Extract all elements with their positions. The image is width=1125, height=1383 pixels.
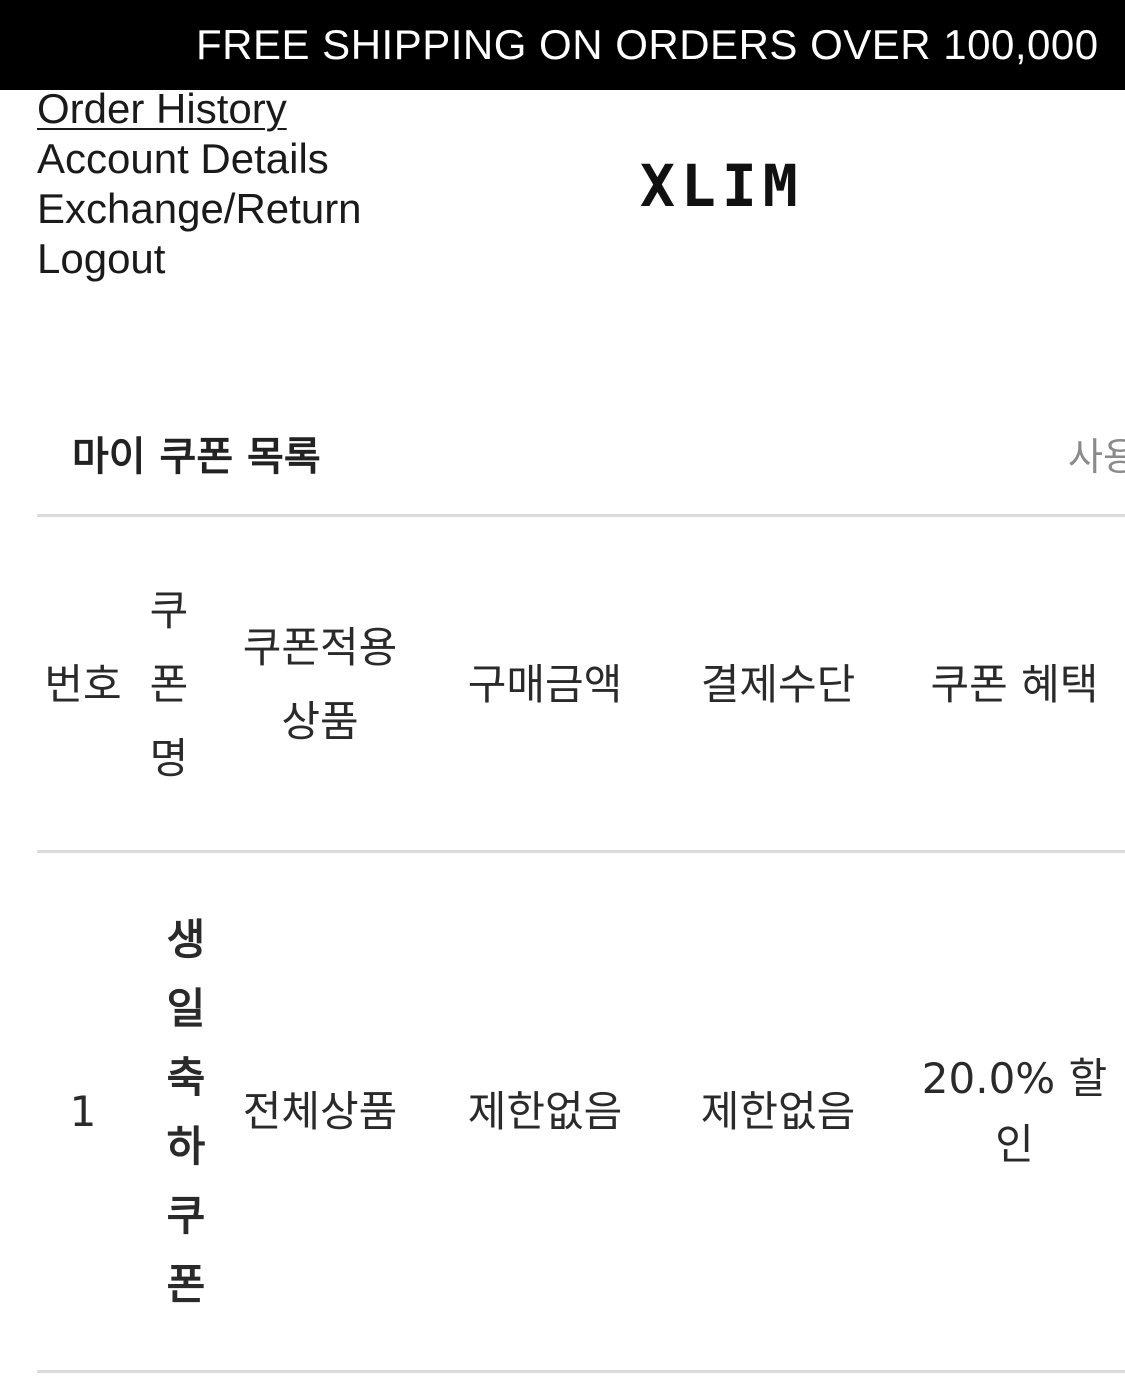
table-header-divider [37,850,1125,853]
header-number: 번호 [44,660,122,709]
row-coupon-name: 생일축하쿠폰 [166,915,206,1309]
brand-logo[interactable]: XLIM [640,152,804,220]
row-applicable-products: 전체상품 [242,1087,398,1136]
exchange-return-link[interactable]: Exchange/Return [37,184,362,234]
coupon-list-title: 마이 쿠폰 목록 [72,434,321,480]
header-coupon-name: 쿠폰명 [149,586,189,783]
header-coupon-benefit: 쿠폰 혜택 [930,660,1099,709]
logout-link[interactable]: Logout [37,234,362,284]
header-purchase-amount: 구매금액 [467,660,623,709]
promo-banner-text: FREE SHIPPING ON ORDERS OVER 100,000 [196,21,1099,68]
header-applicable-products: 쿠폰적용상품 [242,623,398,746]
promo-banner: FREE SHIPPING ON ORDERS OVER 100,000 [0,0,1125,90]
account-details-link[interactable]: Account Details [37,134,362,184]
row-coupon-benefit: 20.0% 할인 [921,1054,1108,1169]
row-purchase-amount: 제한없음 [467,1087,623,1136]
row-payment-method: 제한없음 [700,1087,856,1136]
coupon-usage-link[interactable]: 사용 [1068,426,1125,481]
row-number: 1 [69,1087,97,1136]
account-menu: Order History Account Details Exchange/R… [37,84,362,284]
table-bottom-divider [37,1370,1125,1373]
header-payment-method: 결제수단 [700,660,856,709]
order-history-link[interactable]: Order History [37,84,362,134]
table-top-divider [37,514,1125,517]
